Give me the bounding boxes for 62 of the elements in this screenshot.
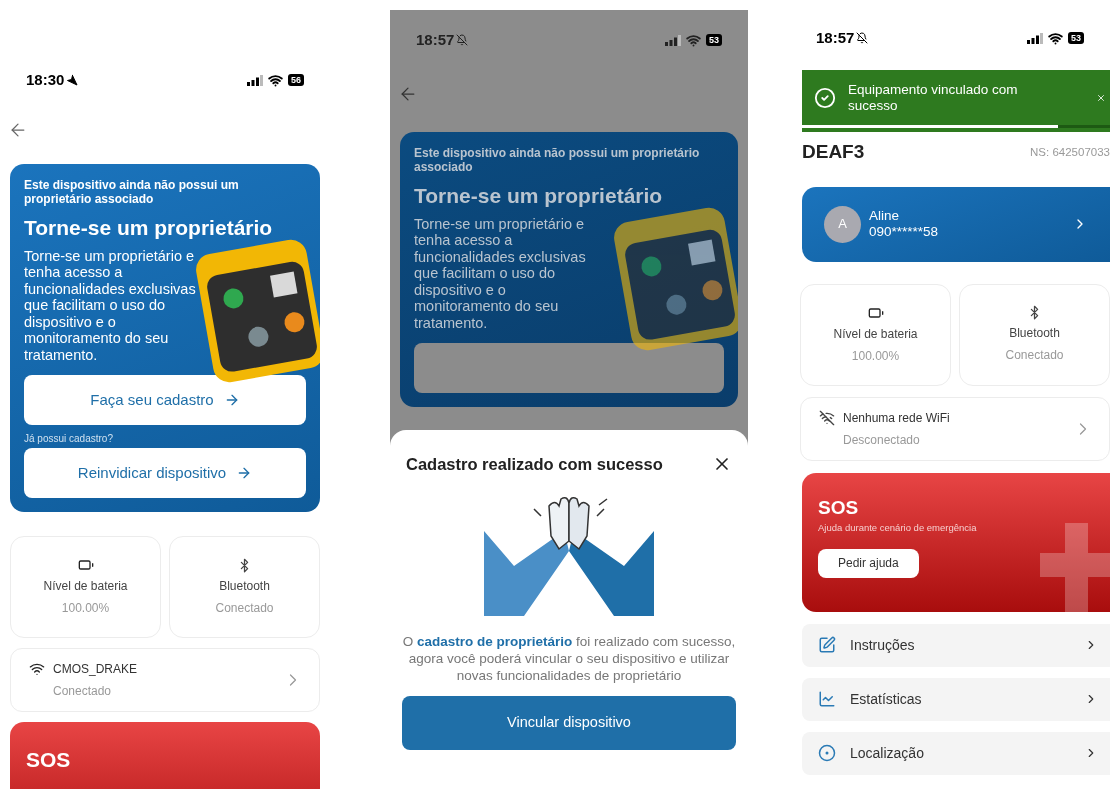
- help-button[interactable]: Pedir ajuda: [818, 548, 919, 578]
- owner-card[interactable]: A Aline 090******58: [802, 186, 1110, 262]
- sensor-value: Conectado: [1005, 347, 1064, 364]
- sensor-label: Bluetooth: [219, 577, 270, 595]
- target-icon: [818, 744, 836, 762]
- battery-icon: [77, 557, 94, 573]
- sensor-label: Nível de bateria: [833, 325, 918, 343]
- owner-name: Aline: [869, 208, 901, 224]
- link-device-button[interactable]: Vincular dispositivo: [402, 695, 736, 750]
- wifi-status: Conectado: [52, 683, 113, 700]
- promo-body: Torne-se um proprietário e tenha acesso a funcionalidades exclusivas que facilitam o uso do dispositivo e o monitoramento do seu tratamento.: [414, 215, 587, 331]
- menu-item[interactable]: Instruções: [802, 623, 1110, 667]
- toast-message: Equipamento vinculado com sucesso: [848, 81, 1019, 114]
- sensor-label: Nível de bateria: [43, 578, 128, 595]
- signal-icon: [247, 74, 263, 86]
- promo-body: Torne-se um proprietário e tenha acesso a funcionalidades exclusivas que facilitam o uso do dispositivo e o monitoramento do seu tratamento.: [24, 247, 197, 363]
- notice-text: Este dispositivo ainda não possui um proprietário associado: [414, 146, 701, 174]
- wifi-name: CMOS_DRAKE: [53, 661, 138, 678]
- device-name: DEAF3: [802, 140, 865, 164]
- status-time: 18:57: [416, 29, 455, 50]
- avatar: A: [824, 205, 861, 243]
- promo-title: Torne-se um proprietário: [24, 215, 274, 241]
- wifi-icon: [1048, 30, 1063, 46]
- status-time: 18:30: [26, 69, 65, 90]
- serial-number: NS: 642507033: [1030, 144, 1110, 160]
- wifi-card[interactable]: Nenhuma rede WiFi Desconectado: [800, 396, 1110, 461]
- wifi-name: Nenhuma rede WiFi: [843, 409, 950, 427]
- menu-item[interactable]: Estatísticas: [802, 677, 1110, 721]
- sos-card[interactable]: SOS Ajuda durante cenário de emergência Pedir ajuda: [802, 472, 1110, 612]
- dialog-title: Cadastro realizado com sucesso: [406, 454, 663, 475]
- register-button[interactable]: Faça seu cadastro: [24, 375, 306, 425]
- menu-item[interactable]: Localização: [802, 731, 1110, 775]
- wifi-status: Desconectado: [842, 431, 921, 449]
- battery-level: 56: [288, 74, 304, 86]
- line-chart-icon: [818, 690, 836, 708]
- battery-level: 53: [1068, 32, 1084, 44]
- sensor-value: Conectado: [215, 599, 274, 617]
- menu-label: Localização: [850, 743, 925, 763]
- wifi-icon: [686, 32, 701, 48]
- claim-button[interactable]: Reinvidicar dispositivo: [24, 448, 306, 498]
- signal-icon: [665, 34, 681, 46]
- promo-title: Torne-se um proprietário: [414, 183, 664, 209]
- square-pen-icon: [818, 636, 836, 654]
- sos-title: SOS: [818, 496, 860, 519]
- wifi-card[interactable]: CMOS_DRAKE Conectado: [10, 648, 320, 712]
- sensor-label: Bluetooth: [1009, 325, 1060, 342]
- notice-text: Este dispositivo ainda não possui um proprietário associado: [24, 178, 240, 206]
- sensor-value: 100.00%: [851, 347, 900, 365]
- dialog-message: O cadastro de proprietário foi realizado com sucesso, agora você poderá vincular o seu dispositivo e utilizar novas funcionalidades de proprietário: [402, 632, 736, 684]
- check-circle-icon: [814, 86, 836, 109]
- status-time: 18:57: [816, 27, 855, 48]
- owner-phone: 090******58: [869, 224, 940, 240]
- menu-label: Instruções: [850, 635, 916, 655]
- sos-title: SOS: [26, 748, 71, 771]
- signal-icon: [1027, 32, 1043, 44]
- sos-subtitle: Ajuda durante cenário de emergência: [818, 520, 978, 535]
- sos-card[interactable]: SOS: [10, 722, 320, 789]
- claim-prompt: Já possui cadastro?: [24, 432, 114, 446]
- sensor-value: 100.00%: [61, 600, 110, 617]
- battery-level: 53: [706, 34, 722, 46]
- menu-label: Estatísticas: [850, 689, 923, 709]
- wifi-icon: [268, 72, 283, 88]
